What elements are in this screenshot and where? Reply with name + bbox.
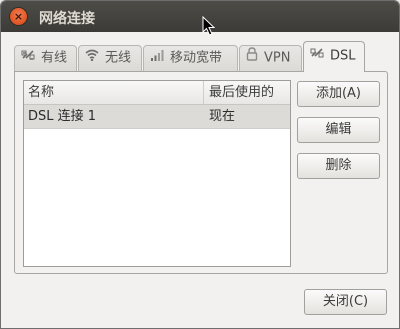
tab-dsl-label: DSL: [330, 48, 356, 64]
dsl-tab-panel: 名称 最后使用的 DSL 连接 1 现在 添加(A) 编辑 删除: [14, 71, 388, 274]
lock-icon: [246, 46, 258, 70]
tab-wireless-label: 无线: [105, 50, 132, 66]
network-connections-window: × 网络连接 有线 无线 移动宽带 VPN DSL 名称 最后使用的 DSL 连…: [0, 0, 400, 329]
title-bar[interactable]: × 网络连接: [1, 1, 399, 32]
tab-vpn[interactable]: VPN: [239, 45, 302, 71]
close-button[interactable]: 关闭(C): [304, 289, 387, 315]
tab-mobile-broadband[interactable]: 移动宽带: [143, 45, 238, 71]
wireless-icon: [85, 46, 99, 70]
tab-wired-label: 有线: [41, 50, 68, 66]
connection-list[interactable]: 名称 最后使用的 DSL 连接 1 现在: [23, 80, 291, 267]
column-header-name[interactable]: 名称: [28, 81, 54, 104]
wired-icon: [310, 42, 324, 70]
mouse-cursor-icon: [202, 16, 216, 36]
column-divider[interactable]: [203, 81, 204, 104]
signal-bars-icon: [150, 46, 164, 70]
list-header: 名称 最后使用的: [24, 81, 290, 105]
column-header-last-used[interactable]: 最后使用的: [209, 81, 274, 104]
edit-button[interactable]: 编辑: [297, 117, 380, 143]
tab-wireless[interactable]: 无线: [78, 45, 142, 71]
tab-dsl[interactable]: DSL: [303, 41, 365, 72]
tab-wired[interactable]: 有线: [14, 45, 77, 71]
add-button[interactable]: 添加(A): [297, 81, 380, 107]
last-used-cell: 现在: [209, 109, 236, 124]
tab-mobile-broadband-label: 移动宽带: [170, 50, 223, 66]
delete-button[interactable]: 删除: [297, 153, 380, 179]
connection-name-cell: DSL 连接 1: [28, 109, 97, 124]
close-window-button[interactable]: ×: [10, 8, 27, 25]
tab-vpn-label: VPN: [264, 50, 291, 66]
wired-icon: [21, 46, 35, 70]
window-title: 网络连接: [39, 11, 95, 27]
table-row[interactable]: DSL 连接 1 现在: [24, 105, 290, 129]
